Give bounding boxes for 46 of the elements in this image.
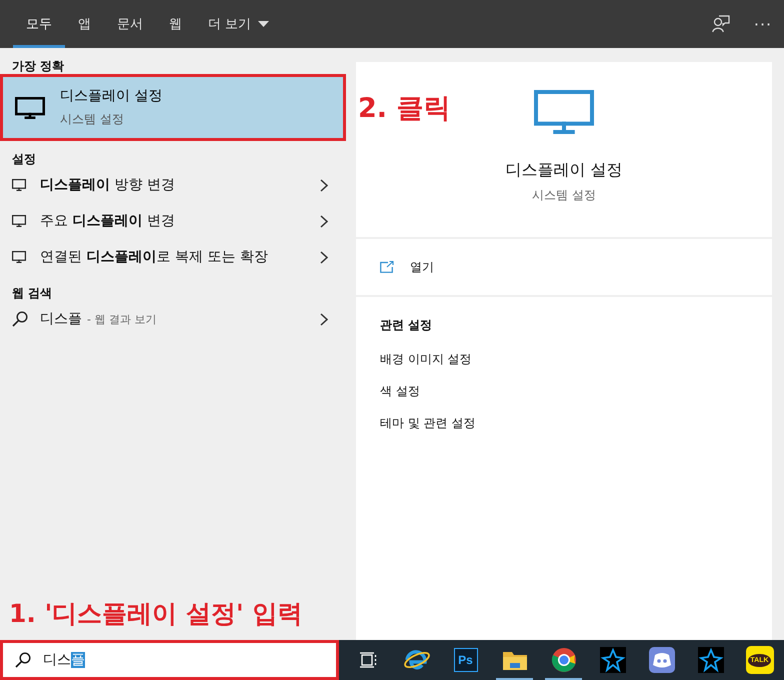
- search-field[interactable]: 디스플: [0, 640, 339, 680]
- search-icon: [12, 311, 28, 327]
- monitor-icon: [12, 179, 26, 191]
- search-icon: [15, 652, 31, 668]
- annotation-text: 1. '디스플레이 설정' 입력: [8, 598, 304, 630]
- chevron-icon: [320, 178, 328, 192]
- setting-result[interactable]: 연결된 디스플레이로 복제 또는 확장: [0, 239, 346, 275]
- folder-icon[interactable]: [502, 649, 528, 671]
- tab[interactable]: 앱: [65, 0, 104, 48]
- related-link[interactable]: 색 설정: [380, 382, 748, 400]
- monitor-icon: [534, 90, 594, 134]
- section-heading: 설정: [11, 151, 37, 167]
- setting-result[interactable]: 디스플레이 방향 변경: [0, 167, 346, 203]
- annotation-text: 2. 클릭: [358, 92, 450, 126]
- setting-result[interactable]: 주요 디스플레이 변경: [0, 203, 346, 239]
- monitor-icon: [15, 96, 45, 118]
- detail-subtitle: 시스템 설정: [532, 187, 596, 204]
- browser-circle-icon[interactable]: [550, 647, 576, 673]
- result-subtitle: 시스템 설정: [60, 111, 125, 128]
- star-app-icon[interactable]: [600, 647, 626, 673]
- section-heading: 가장 정확: [11, 58, 66, 74]
- tab[interactable]: 문서: [104, 0, 156, 48]
- open-link[interactable]: 열기: [356, 239, 772, 297]
- chevron-icon: [320, 312, 328, 326]
- related-link[interactable]: 테마 및 관련 설정: [380, 414, 748, 432]
- section-heading: 관련 설정: [380, 317, 434, 334]
- monitor-icon: [12, 215, 26, 227]
- ps-app-icon[interactable]: Ps: [454, 648, 478, 672]
- more-button[interactable]: ···: [742, 0, 784, 48]
- person-chat-icon: [712, 15, 730, 33]
- web-result[interactable]: 디스플 - 웹 결과 보기: [0, 301, 346, 337]
- chevron-icon: [320, 250, 328, 264]
- star-app-icon[interactable]: [698, 647, 724, 673]
- chevron-icon: [320, 214, 328, 228]
- monitor-icon: [12, 251, 26, 263]
- related-link[interactable]: 배경 이미지 설정: [380, 350, 748, 368]
- open-icon: [380, 261, 394, 273]
- chat-app-icon[interactable]: [648, 647, 674, 673]
- detail-title: 디스플레이 설정: [505, 160, 623, 181]
- section-heading: 웹 검색: [11, 285, 54, 301]
- tab[interactable]: 웹: [156, 0, 195, 48]
- caret-icon: [258, 21, 270, 27]
- best-match-item[interactable]: 디스플레이 설정 시스템 설정: [0, 74, 346, 141]
- result-title: 디스플레이 설정: [60, 87, 162, 105]
- tab[interactable]: 더 보기: [195, 0, 282, 48]
- task-view-icon[interactable]: [358, 652, 376, 668]
